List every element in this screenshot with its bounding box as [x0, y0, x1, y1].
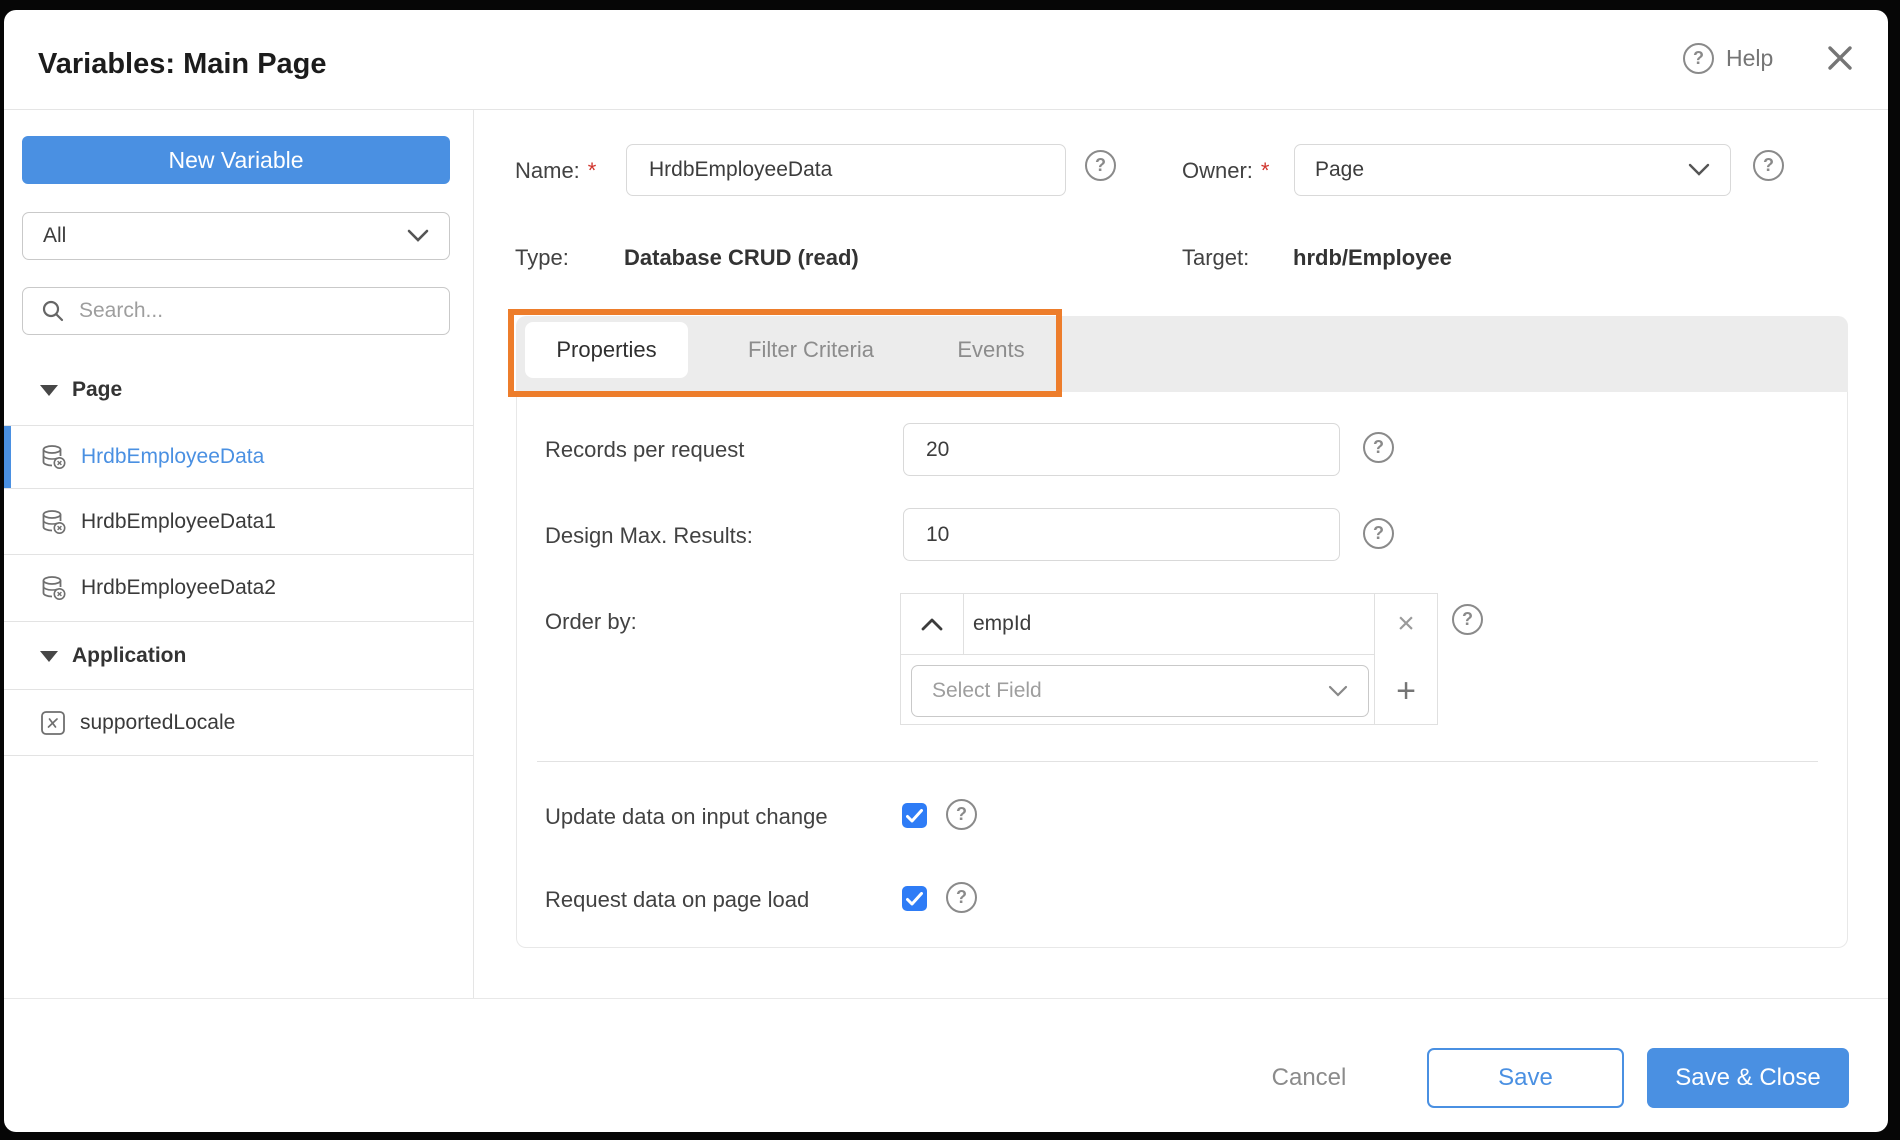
design-max-results-value: 10: [926, 522, 950, 546]
update-on-input-change-label: Update data on input change: [545, 804, 828, 829]
database-crud-icon: [42, 575, 66, 600]
variable-filter-value: All: [43, 224, 67, 247]
collapse-triangle-icon: [40, 384, 58, 396]
tab-label: Properties: [556, 337, 657, 362]
design-max-results-input[interactable]: 10: [903, 508, 1340, 561]
name-input[interactable]: HrdbEmployeeData: [626, 144, 1066, 196]
select-field-dropdown[interactable]: Select Field: [911, 665, 1369, 717]
update-help-icon[interactable]: ?: [946, 799, 977, 830]
required-asterisk: *: [587, 158, 597, 183]
records-per-request-value: 20: [926, 437, 950, 461]
chevron-down-icon: [407, 229, 429, 242]
select-field-placeholder: Select Field: [932, 679, 1042, 702]
sidebar-item-label: supportedLocale: [80, 710, 236, 734]
sidebar-divider: [473, 109, 474, 998]
caret-up-icon: [921, 618, 943, 630]
footer-divider: [4, 998, 1888, 999]
sidebar-section-label: Page: [72, 378, 123, 401]
new-variable-button[interactable]: New Variable: [22, 136, 450, 184]
sidebar-section-label: Application: [72, 644, 187, 667]
header-divider: [4, 109, 1888, 110]
remove-sort-field-button[interactable]: ×: [1374, 594, 1438, 654]
order-by-help-icon[interactable]: ?: [1452, 604, 1483, 635]
owner-help-icon[interactable]: ?: [1753, 150, 1784, 181]
sidebar-item-hrdbemployeedata1[interactable]: HrdbEmployeeData1: [4, 490, 473, 555]
checkmark-icon: [906, 891, 923, 905]
type-label: Type:: [515, 245, 569, 270]
help-button[interactable]: ? Help: [1683, 43, 1773, 74]
cancel-button[interactable]: Cancel: [1244, 1048, 1374, 1108]
target-value: hrdb/Employee: [1293, 245, 1452, 270]
save-button[interactable]: Save: [1427, 1048, 1624, 1108]
name-help-icon[interactable]: ?: [1085, 150, 1116, 181]
order-by-widget: empId × Select Field +: [900, 593, 1438, 725]
sidebar-item-label: HrdbEmployeeData2: [81, 576, 276, 599]
sidebar-section-application[interactable]: Application: [40, 638, 186, 674]
tab-strip: Properties Filter Criteria Events: [516, 316, 1848, 392]
chevron-down-icon: [1688, 163, 1710, 176]
order-by-row-divider: [901, 654, 1374, 655]
collapse-triangle-icon: [40, 650, 58, 662]
records-per-request-input[interactable]: 20: [903, 423, 1340, 476]
checkmark-icon: [906, 808, 923, 822]
chevron-down-icon: [1328, 685, 1348, 697]
database-crud-icon: [42, 509, 66, 534]
search-icon: [42, 300, 64, 322]
required-asterisk: *: [1260, 158, 1270, 183]
tab-label: Events: [957, 337, 1025, 362]
records-per-request-label: Records per request: [545, 437, 745, 462]
request-on-page-load-label: Request data on page load: [545, 887, 810, 912]
close-icon[interactable]: [1826, 44, 1854, 72]
save-and-close-button[interactable]: Save & Close: [1647, 1048, 1849, 1108]
help-question-icon: ?: [1683, 43, 1714, 74]
tab-filter-criteria[interactable]: Filter Criteria: [731, 322, 891, 378]
tab-label: Filter Criteria: [748, 337, 874, 362]
owner-value: Page: [1315, 158, 1365, 181]
add-sort-field-button[interactable]: +: [1374, 660, 1438, 722]
design-max-help-icon[interactable]: ?: [1363, 518, 1394, 549]
request-help-icon[interactable]: ?: [946, 882, 977, 913]
search-placeholder: Search...: [79, 299, 164, 322]
design-max-results-label: Design Max. Results:: [545, 523, 753, 548]
section-divider: [537, 761, 1818, 762]
target-label: Target:: [1182, 245, 1250, 270]
selected-indicator: [4, 426, 11, 488]
dialog-title: Variables: Main Page: [38, 48, 327, 80]
tab-events[interactable]: Events: [931, 322, 1051, 378]
variables-dialog: Variables: Main Page ? Help New Variable…: [4, 10, 1888, 1132]
sort-direction-button[interactable]: [901, 594, 964, 654]
request-on-page-load-checkbox[interactable]: [902, 886, 927, 911]
order-by-field-value[interactable]: empId: [973, 594, 1031, 654]
database-crud-icon: [42, 444, 66, 469]
records-help-icon[interactable]: ?: [1363, 432, 1394, 463]
tab-properties[interactable]: Properties: [525, 322, 688, 378]
sidebar-item-hrdbemployeedata2[interactable]: HrdbEmployeeData2: [4, 555, 473, 622]
name-value: HrdbEmployeeData: [649, 158, 833, 181]
sidebar-item-label: HrdbEmployeeData1: [81, 510, 276, 533]
update-on-input-change-checkbox[interactable]: [902, 803, 927, 828]
sidebar-item-label: HrdbEmployeeData: [81, 445, 265, 468]
type-value: Database CRUD (read): [624, 245, 859, 270]
sidebar-item-hrdbemployeedata[interactable]: HrdbEmployeeData: [4, 425, 473, 489]
variable-icon: [41, 710, 65, 735]
variable-filter-select[interactable]: All: [22, 212, 450, 260]
search-input[interactable]: Search...: [22, 287, 450, 335]
owner-select[interactable]: Page: [1294, 144, 1731, 196]
help-label: Help: [1726, 45, 1774, 71]
sidebar-section-page[interactable]: Page: [40, 372, 122, 408]
name-label: Name: *: [515, 158, 597, 183]
owner-label: Owner: *: [1182, 158, 1270, 183]
order-by-label: Order by:: [545, 609, 637, 634]
sidebar-item-supportedlocale[interactable]: supportedLocale: [4, 689, 473, 756]
